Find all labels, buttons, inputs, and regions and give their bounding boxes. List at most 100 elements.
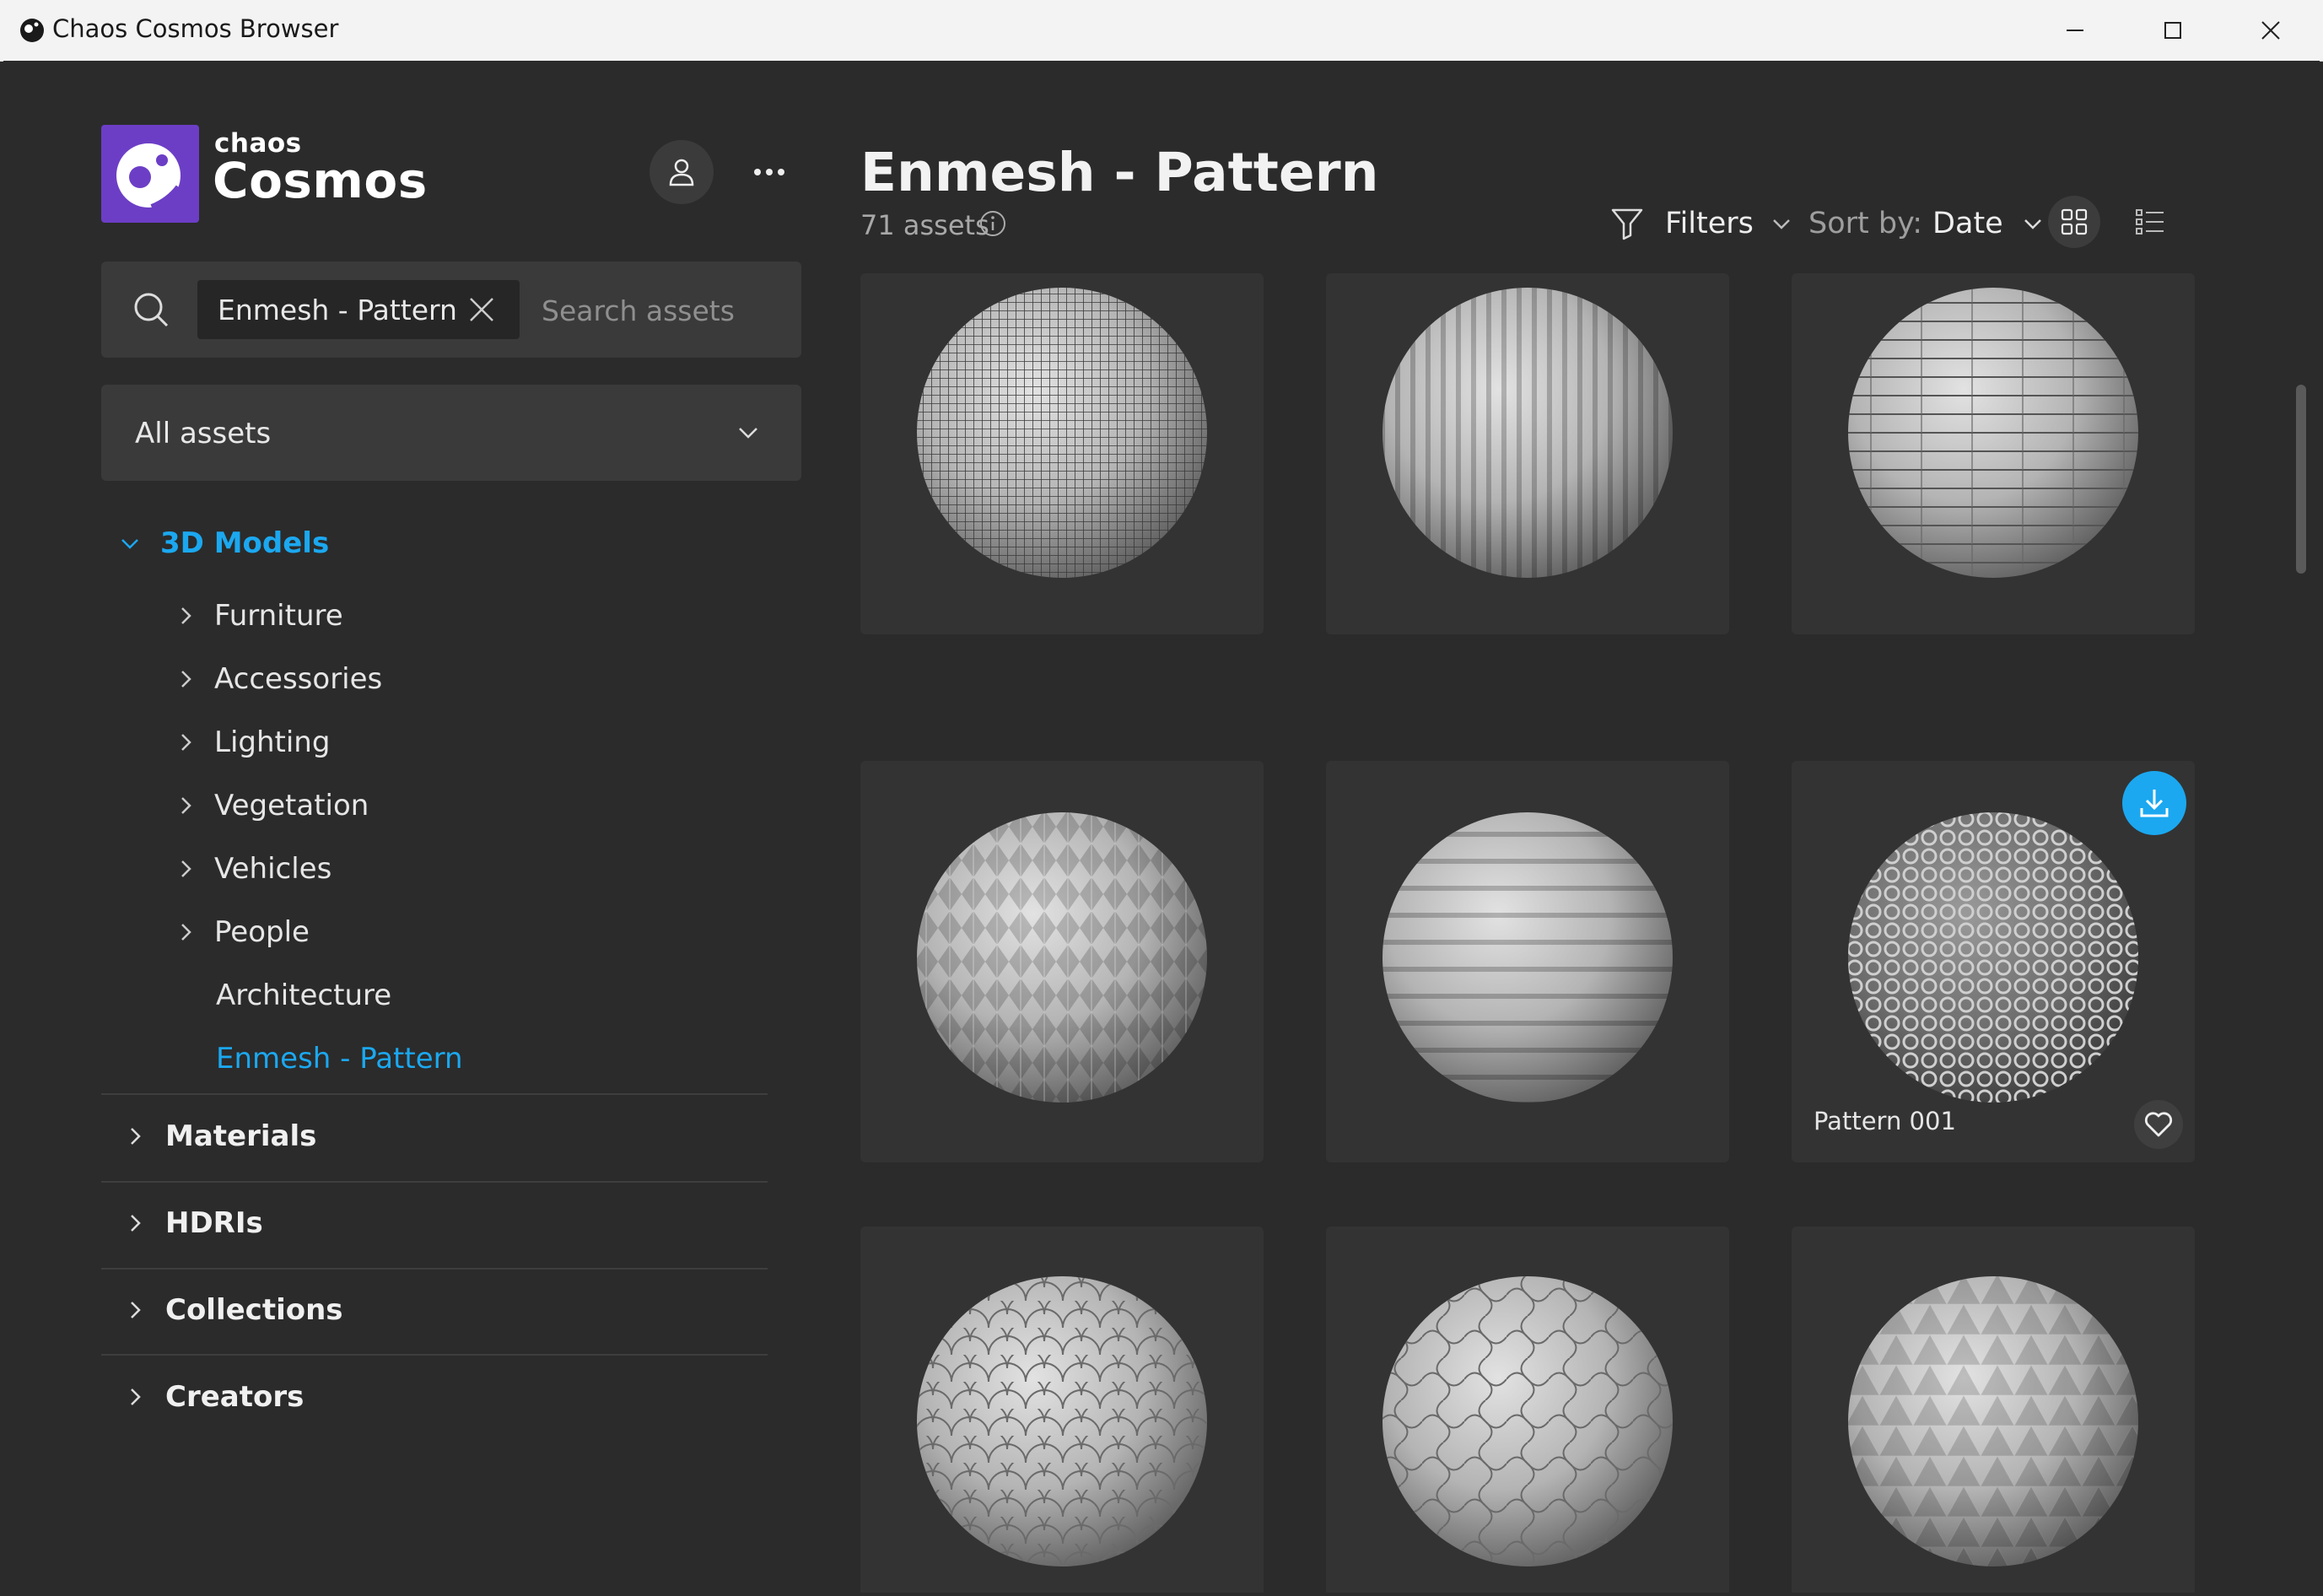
chevron-down-icon bbox=[2024, 219, 2041, 229]
minimize-icon bbox=[2067, 30, 2083, 31]
category-materials[interactable]: Materials bbox=[123, 1111, 316, 1162]
subcategory-lighting[interactable]: Lighting bbox=[174, 717, 330, 768]
search-box: Enmesh - Pattern bbox=[101, 262, 801, 358]
chevron-right-icon bbox=[181, 607, 191, 624]
cosmos-logo-mark bbox=[116, 143, 182, 211]
interlocking-tiles-sphere-thumbnail bbox=[1382, 1276, 1673, 1566]
window-title: Chaos Cosmos Browser bbox=[52, 14, 339, 43]
asset-card[interactable] bbox=[860, 761, 1264, 1162]
subcategory-label: Vegetation bbox=[214, 789, 369, 822]
subcategory-label: Vehicles bbox=[214, 852, 332, 886]
user-account-button[interactable] bbox=[649, 140, 714, 204]
lattice-sphere-thumbnail bbox=[1848, 812, 2138, 1103]
subcategory-people[interactable]: People bbox=[174, 907, 310, 957]
asset-card-pattern-001[interactable]: Pattern 001 bbox=[1792, 761, 2195, 1162]
page-title: Enmesh - Pattern bbox=[860, 142, 1379, 203]
category-label: 3D Models bbox=[160, 526, 330, 560]
close-window-button[interactable] bbox=[2222, 0, 2320, 61]
download-button[interactable] bbox=[2122, 771, 2186, 835]
subcategory-label: Accessories bbox=[214, 662, 383, 696]
brand-name: Cosmos bbox=[213, 152, 428, 209]
chevron-right-icon bbox=[181, 924, 191, 941]
chevron-right-icon bbox=[131, 1302, 141, 1318]
subcategory-label: Architecture bbox=[216, 979, 392, 1012]
chevron-down-icon bbox=[121, 539, 138, 549]
asset-card[interactable] bbox=[1792, 1227, 2195, 1593]
more-options-button[interactable] bbox=[737, 140, 801, 204]
close-icon bbox=[2261, 21, 2280, 40]
window-title-bar: Chaos Cosmos Browser bbox=[0, 0, 2323, 62]
diamond-spikes-sphere-thumbnail bbox=[917, 812, 1207, 1103]
sort-dropdown[interactable]: Sort by: Date bbox=[1808, 202, 2044, 245]
subcategory-furniture[interactable]: Furniture bbox=[174, 590, 343, 641]
search-input[interactable] bbox=[542, 287, 736, 334]
remove-chip-icon[interactable] bbox=[467, 295, 496, 324]
download-icon bbox=[2140, 790, 2169, 817]
sort-prefix: Sort by: bbox=[1808, 207, 1923, 240]
filters-button[interactable]: Filters bbox=[1609, 202, 1792, 245]
category-collections[interactable]: Collections bbox=[123, 1285, 343, 1335]
sort-value: Date bbox=[1932, 207, 2003, 240]
subcategory-architecture[interactable]: Architecture bbox=[216, 970, 391, 1021]
minimize-button[interactable] bbox=[2026, 0, 2124, 61]
asset-card[interactable] bbox=[860, 1227, 1264, 1593]
chevron-down-icon bbox=[1773, 219, 1790, 229]
asset-card[interactable] bbox=[1326, 761, 1729, 1162]
list-view-icon bbox=[2136, 209, 2164, 235]
subcategory-label: Lighting bbox=[214, 725, 331, 759]
subcategory-enmesh-pattern[interactable]: Enmesh - Pattern bbox=[216, 1033, 463, 1084]
category-label: Materials bbox=[165, 1119, 317, 1153]
chevron-right-icon bbox=[181, 860, 191, 877]
subcategory-accessories[interactable]: Accessories bbox=[174, 654, 382, 704]
search-icon bbox=[134, 293, 169, 327]
chevron-right-icon bbox=[131, 1128, 141, 1145]
search-chip-label: Enmesh - Pattern bbox=[218, 294, 457, 326]
chevron-right-icon bbox=[131, 1388, 141, 1405]
heart-icon bbox=[2144, 1112, 2173, 1137]
ellipsis-icon bbox=[754, 169, 784, 175]
sidebar-divider bbox=[101, 1093, 768, 1095]
favorite-button[interactable] bbox=[2134, 1100, 2183, 1149]
category-label: HDRIs bbox=[165, 1206, 263, 1240]
asset-card[interactable] bbox=[1326, 1227, 1729, 1593]
chevron-right-icon bbox=[131, 1215, 141, 1232]
chevron-right-icon bbox=[181, 734, 191, 751]
info-icon[interactable] bbox=[978, 209, 1007, 238]
subcategory-vehicles[interactable]: Vehicles bbox=[174, 844, 331, 894]
triangular-pyramids-sphere-thumbnail bbox=[1848, 1276, 2138, 1566]
asset-card[interactable] bbox=[860, 273, 1264, 634]
subcategory-vegetation[interactable]: Vegetation bbox=[174, 780, 369, 831]
filters-label: Filters bbox=[1665, 207, 1754, 240]
maximize-icon bbox=[2164, 22, 2181, 39]
category-label: Collections bbox=[165, 1293, 343, 1327]
vertical-ribs-sphere-thumbnail bbox=[1382, 288, 1673, 578]
category-hdris[interactable]: HDRIs bbox=[123, 1198, 263, 1248]
app-body: chaos Cosmos Enmesh - Pattern All assets bbox=[3, 61, 2320, 1593]
cosmos-logo[interactable] bbox=[101, 125, 199, 223]
app-icon bbox=[20, 19, 44, 42]
asset-type-value: All assets bbox=[135, 417, 272, 450]
search-filter-chip: Enmesh - Pattern bbox=[197, 280, 520, 339]
user-icon bbox=[669, 159, 694, 186]
grid-view-button[interactable] bbox=[2048, 196, 2100, 248]
asset-card[interactable] bbox=[1326, 273, 1729, 634]
asset-type-select[interactable]: All assets bbox=[101, 385, 801, 481]
asset-card[interactable] bbox=[1792, 273, 2195, 634]
asset-grid: Pattern 001 bbox=[860, 273, 2195, 1593]
subcategory-label: Furniture bbox=[214, 599, 343, 633]
scrollbar-thumb[interactable] bbox=[2296, 385, 2306, 574]
grid-view-icon bbox=[2061, 208, 2088, 235]
subcategory-label: Enmesh - Pattern bbox=[216, 1042, 463, 1076]
chevron-right-icon bbox=[181, 797, 191, 814]
asset-name: Pattern 001 bbox=[1814, 1107, 1956, 1135]
list-view-button[interactable] bbox=[2124, 196, 2176, 248]
maximize-button[interactable] bbox=[2124, 0, 2222, 61]
category-creators[interactable]: Creators bbox=[123, 1372, 304, 1422]
fish-scales-sphere-thumbnail bbox=[917, 1276, 1207, 1566]
sidebar-divider bbox=[101, 1354, 768, 1356]
asset-count: 71 assets bbox=[860, 209, 989, 241]
category-3d-models[interactable]: 3D Models bbox=[118, 518, 329, 569]
category-label: Creators bbox=[165, 1380, 305, 1414]
shingles-sphere-thumbnail bbox=[1848, 288, 2138, 578]
chevron-down-icon bbox=[739, 428, 757, 439]
